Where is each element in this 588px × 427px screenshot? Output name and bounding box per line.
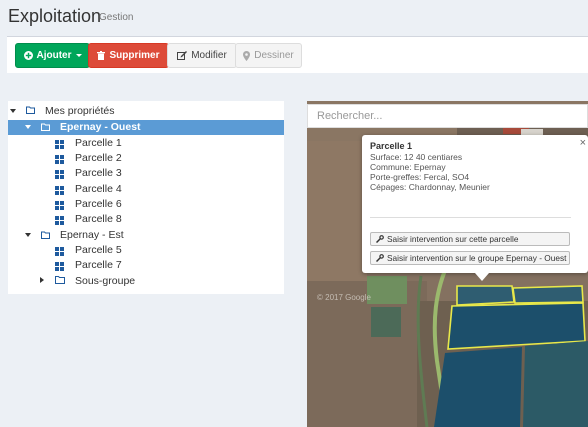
folder-open-icon <box>26 106 35 114</box>
grid-icon <box>55 201 64 210</box>
edit-button-label: Modifier <box>191 50 227 61</box>
toolbar: Ajouter Supprimer Modifier Dessiner <box>7 36 588 73</box>
grid-icon <box>55 262 64 271</box>
delete-button[interactable]: Supprimer <box>88 43 169 68</box>
intervention-groupe-label: Saisir intervention sur le groupe Eperna… <box>387 252 567 263</box>
wrench-icon <box>376 235 384 243</box>
intervention-parcelle-label: Saisir intervention sur cette parcelle <box>387 233 519 244</box>
map-marker-icon <box>243 50 251 61</box>
page-subtitle: Gestion <box>99 12 134 23</box>
draw-button-label: Dessiner <box>254 50 294 61</box>
edit-button[interactable]: Modifier <box>167 43 237 68</box>
popup-cepages: Cépages: Chardonnay, Meunier <box>370 182 490 192</box>
tree-item-parcelle[interactable]: Parcelle 5 <box>75 243 122 258</box>
close-icon[interactable]: × <box>580 138 586 149</box>
tree-group-epernay-est[interactable]: Epernay - Est <box>60 228 124 243</box>
tree-item-parcelle[interactable]: Parcelle 1 <box>75 136 122 151</box>
grid-icon <box>55 186 64 195</box>
popup-divider <box>370 217 571 218</box>
plus-circle-icon <box>23 51 33 60</box>
grid-icon <box>55 140 64 149</box>
intervention-parcelle-button[interactable]: Saisir intervention sur cette parcelle <box>370 232 570 246</box>
tree-item-parcelle[interactable]: Parcelle 4 <box>75 182 122 197</box>
popup-commune: Commune: Epernay <box>370 162 446 172</box>
tree-item-parcelle[interactable]: Parcelle 3 <box>75 166 122 181</box>
add-button-label: Ajouter <box>36 50 72 61</box>
delete-button-label: Supprimer <box>109 50 160 61</box>
property-tree: Mes propriétés Epernay - Ouest Parcelle … <box>8 101 284 294</box>
tree-root[interactable]: Mes propriétés <box>45 104 114 119</box>
popup-surface: Surface: 12 40 centiares <box>370 152 463 162</box>
grid-icon <box>55 170 64 179</box>
grid-icon <box>55 216 64 225</box>
trash-icon <box>97 51 106 60</box>
map-watermark: © 2017 Google <box>317 293 371 302</box>
expand-toggle-icon[interactable] <box>10 109 16 113</box>
expand-toggle-icon[interactable] <box>40 277 44 283</box>
folder-icon <box>55 276 65 284</box>
tree-item-parcelle[interactable]: Parcelle 8 <box>75 212 122 227</box>
tree-item-parcelle[interactable]: Parcelle 7 <box>75 258 122 273</box>
draw-button[interactable]: Dessiner <box>235 43 302 68</box>
caret-down-icon <box>75 54 82 57</box>
grid-icon <box>55 247 64 256</box>
tree-subgroup[interactable]: Sous-groupe <box>75 274 135 289</box>
map-view[interactable]: © 2017 Google Rechercher... × Parcelle 1… <box>307 101 588 427</box>
page-header: Exploitation Gestion <box>0 0 588 36</box>
folder-open-icon <box>41 231 50 239</box>
folder-open-icon <box>41 123 50 131</box>
add-button[interactable]: Ajouter <box>15 43 90 68</box>
popup-pointer <box>475 273 489 281</box>
tree-item-parcelle[interactable]: Parcelle 6 <box>75 197 122 212</box>
popup-porte-greffes: Porte-greffes: Fercal, SO4 <box>370 172 470 182</box>
wrench-icon <box>376 254 384 262</box>
tree-group-epernay-ouest[interactable]: Epernay - Ouest <box>60 120 141 135</box>
expand-toggle-icon[interactable] <box>25 233 31 237</box>
intervention-groupe-button[interactable]: Saisir intervention sur le groupe Eperna… <box>370 251 570 265</box>
tree-item-parcelle[interactable]: Parcelle 2 <box>75 151 122 166</box>
edit-icon <box>177 51 188 60</box>
grid-icon <box>55 155 64 164</box>
parcel-popup: × Parcelle 1 Surface: 12 40 centiares Co… <box>362 135 588 281</box>
search-input[interactable]: Rechercher... <box>307 104 588 128</box>
page-title: Exploitation <box>8 6 102 26</box>
expand-toggle-icon[interactable] <box>25 125 31 129</box>
popup-title: Parcelle 1 <box>370 141 413 151</box>
